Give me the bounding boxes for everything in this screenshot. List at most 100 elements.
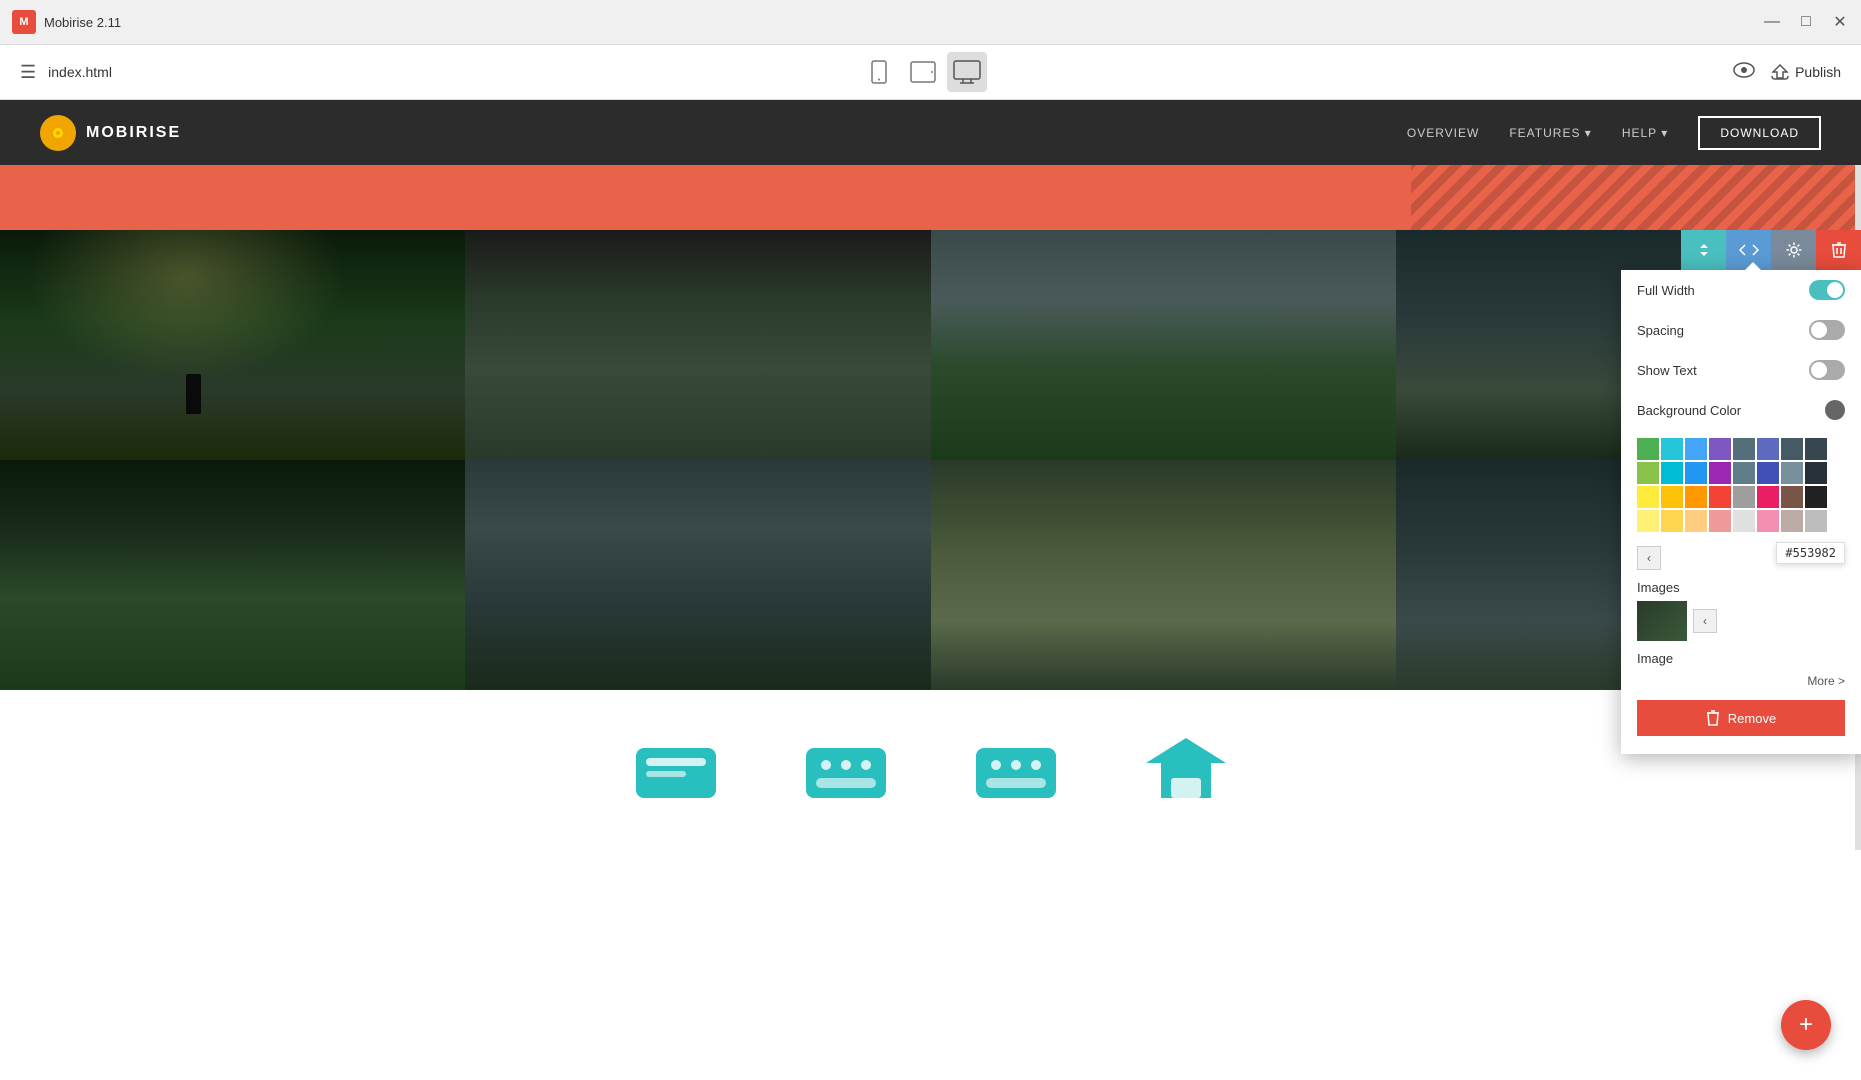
tablet-view-button[interactable] [903,52,943,92]
color-swatch[interactable] [1805,486,1827,508]
color-swatch[interactable] [1757,486,1779,508]
device-switcher [859,52,987,92]
hamburger-icon[interactable]: ☰ [20,62,36,83]
color-swatch[interactable] [1637,486,1659,508]
color-swatch[interactable] [1805,510,1827,532]
color-swatch[interactable] [1709,510,1731,532]
gallery-item-3[interactable] [931,230,1396,460]
preview-area: MOBIRISE OVERVIEW FEATURES ▾ HELP ▾ DOWN… [0,100,1861,850]
color-swatch[interactable] [1709,486,1731,508]
bg-color-label: Background Color [1637,403,1741,418]
reorder-button[interactable] [1681,230,1726,270]
gallery-item-1[interactable] [0,230,465,460]
bottom-icon-4 [1141,733,1231,808]
color-swatch[interactable] [1757,462,1779,484]
bottom-icon-3 [971,733,1061,808]
color-swatch[interactable] [1733,486,1755,508]
settings-button[interactable] [1771,230,1816,270]
show-text-toggle[interactable] [1809,360,1845,380]
color-swatch[interactable] [1757,510,1779,532]
show-text-row: Show Text [1621,350,1861,390]
filename-label: index.html [48,64,112,80]
bg-color-swatch[interactable] [1825,400,1845,420]
prev-image-button[interactable]: ‹ [1693,609,1717,633]
gallery-item-2[interactable] [465,230,930,460]
maximize-button[interactable]: □ [1797,13,1815,31]
toolbar: ☰ index.html [0,45,1861,100]
image-thumbnail[interactable] [1637,601,1687,641]
color-swatch[interactable] [1685,462,1707,484]
spacing-toggle[interactable] [1809,320,1845,340]
full-width-row: Full Width [1621,270,1861,310]
full-width-label: Full Width [1637,283,1695,298]
color-swatch[interactable] [1661,486,1683,508]
color-swatch[interactable] [1685,510,1707,532]
minimize-button[interactable]: — [1763,13,1781,31]
color-swatch[interactable] [1757,438,1779,460]
window-controls: — □ ✕ [1763,13,1849,31]
color-swatch[interactable] [1685,486,1707,508]
color-swatch[interactable] [1733,510,1755,532]
image-label-row: Image [1621,647,1861,670]
color-hex-value[interactable]: #553982 [1776,542,1845,564]
title-bar: M Mobirise 2.11 — □ ✕ [0,0,1861,45]
color-swatch[interactable] [1709,462,1731,484]
color-swatch[interactable] [1781,462,1803,484]
full-width-toggle[interactable] [1809,280,1845,300]
diagonal-pattern [1411,165,1861,230]
app-logo: M [12,10,36,34]
color-swatch[interactable] [1637,462,1659,484]
color-swatch[interactable] [1781,510,1803,532]
spacing-row: Spacing [1621,310,1861,350]
toolbar-left: ☰ index.html [20,62,112,83]
nav-link-overview[interactable]: OVERVIEW [1407,126,1479,140]
color-swatch[interactable] [1661,510,1683,532]
title-bar-left: M Mobirise 2.11 [12,10,121,34]
color-swatch[interactable] [1733,462,1755,484]
orange-section [0,165,1861,230]
color-input-row: ‹ #553982 [1621,542,1861,574]
nav-link-help[interactable]: HELP ▾ [1622,126,1669,140]
preview-nav-links: OVERVIEW FEATURES ▾ HELP ▾ DOWNLOAD [1407,116,1821,150]
color-swatch[interactable] [1661,462,1683,484]
gallery-item-5[interactable] [0,460,465,690]
palette-row-2 [1637,462,1845,484]
preview-logo: MOBIRISE [40,115,181,151]
preview-navbar: MOBIRISE OVERVIEW FEATURES ▾ HELP ▾ DOWN… [0,100,1861,165]
delete-button[interactable] [1816,230,1861,270]
remove-button[interactable]: Remove [1637,700,1845,736]
color-swatch[interactable] [1661,438,1683,460]
desktop-view-button[interactable] [947,52,987,92]
image-label: Image [1637,651,1673,666]
palette-row-1 [1637,438,1845,460]
close-button[interactable]: ✕ [1831,13,1849,31]
images-thumbnail-row: ‹ [1637,601,1845,641]
block-toolbar [1681,230,1861,270]
download-button[interactable]: DOWNLOAD [1698,116,1821,150]
gallery-item-6[interactable] [465,460,930,690]
color-swatch[interactable] [1637,510,1659,532]
publish-button[interactable]: Publish [1771,64,1841,80]
bg-color-row: Background Color [1621,390,1861,430]
figure [186,374,201,414]
color-swatch[interactable] [1637,438,1659,460]
images-section: Images ‹ [1621,574,1861,647]
more-link[interactable]: More > [1621,670,1861,692]
color-swatch[interactable] [1709,438,1731,460]
color-swatch[interactable] [1805,438,1827,460]
mobile-view-button[interactable] [859,52,899,92]
gallery-item-7[interactable] [931,460,1396,690]
color-swatch[interactable] [1685,438,1707,460]
color-swatch[interactable] [1781,438,1803,460]
color-swatch[interactable] [1733,438,1755,460]
palette-row-3 [1637,486,1845,508]
fab-add-button[interactable]: + [1781,1000,1831,1050]
prev-image-button[interactable]: ‹ [1637,546,1661,570]
bottom-icon-1 [631,733,721,808]
nav-link-features[interactable]: FEATURES ▾ [1509,126,1591,140]
color-swatch[interactable] [1805,462,1827,484]
panel-arrow [1745,262,1761,270]
preview-logo-text: MOBIRISE [86,124,181,142]
preview-icon[interactable] [1733,62,1755,83]
color-swatch[interactable] [1781,486,1803,508]
